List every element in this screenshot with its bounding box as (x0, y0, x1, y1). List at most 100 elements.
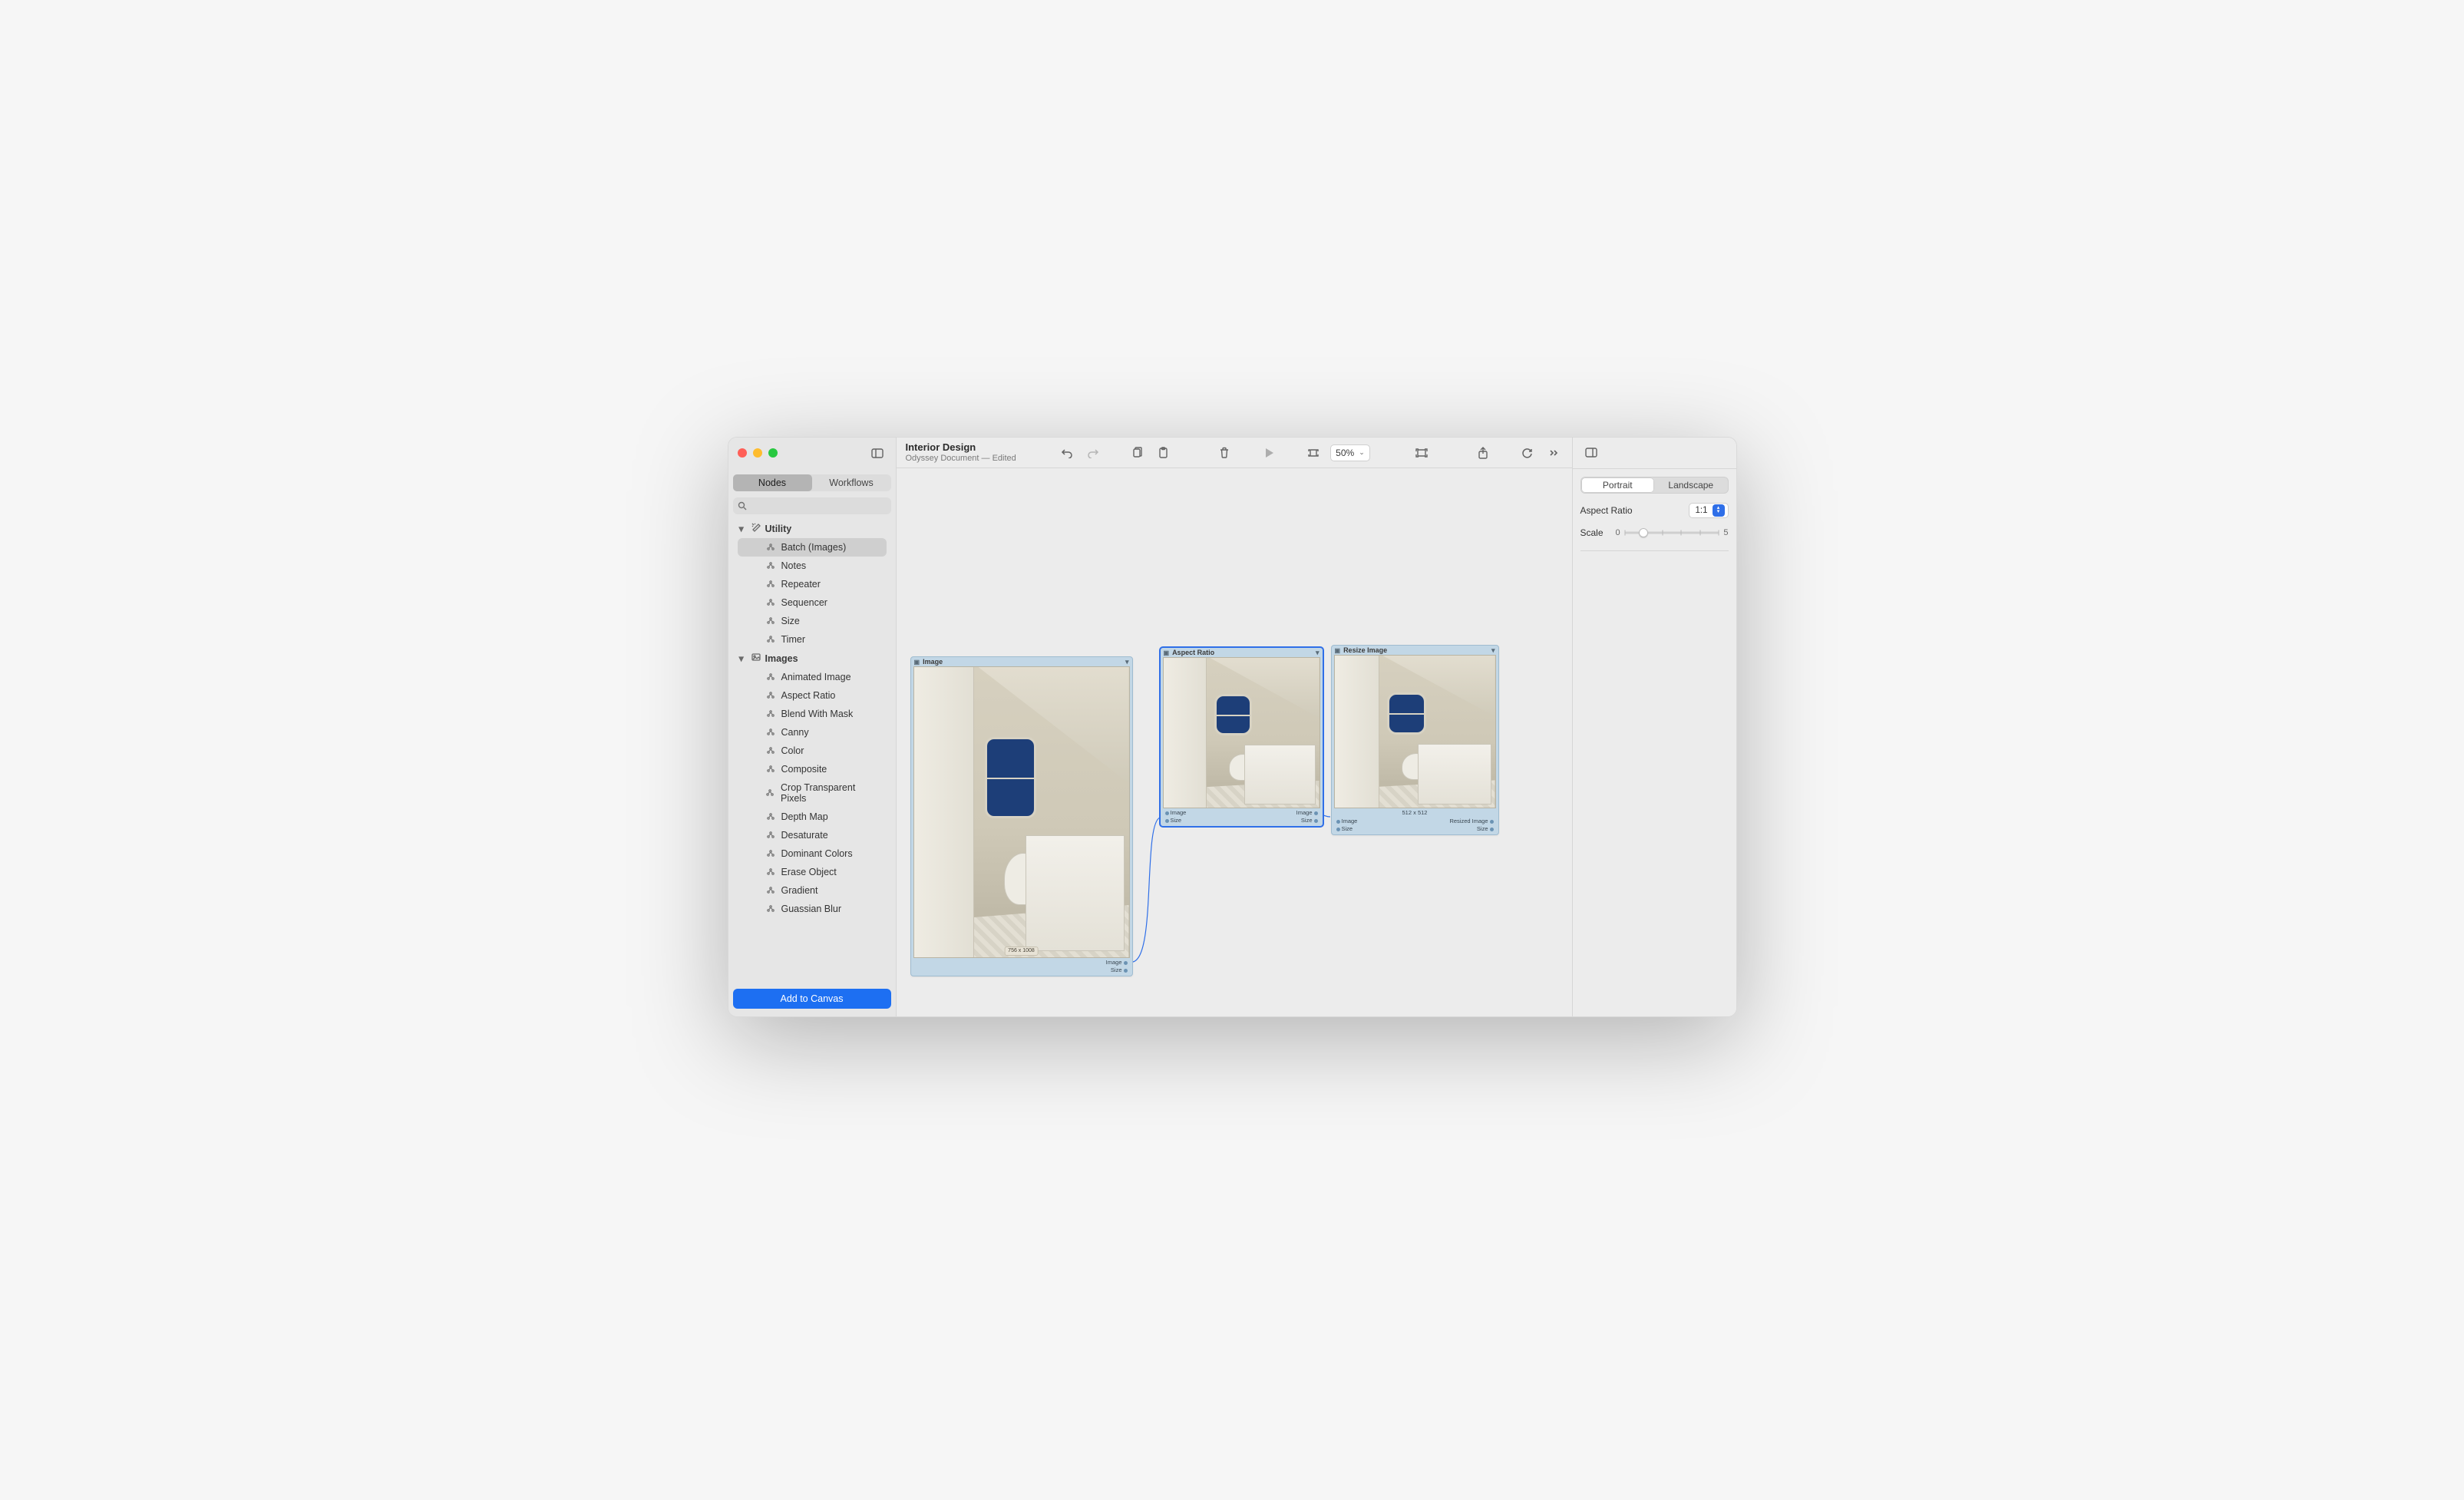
nodeitem-size[interactable]: Size (738, 612, 887, 630)
output-port[interactable]: Image (1106, 959, 1122, 966)
tab-nodes[interactable]: Nodes (733, 474, 812, 491)
node-icon (765, 728, 776, 737)
nodeitem-canny[interactable]: Canny (738, 723, 887, 742)
redo-button[interactable] (1084, 444, 1102, 462)
window-controls (738, 448, 778, 458)
segment-landscape[interactable]: Landscape (1654, 477, 1728, 493)
stepper-icon[interactable]: ▴▾ (1713, 504, 1725, 517)
node-menu-icon[interactable]: ▾ (1316, 649, 1320, 657)
utility-icon (751, 523, 761, 534)
sidebar-tab-switcher[interactable]: Nodes Workflows (733, 474, 891, 491)
output-port[interactable]: Size (1301, 817, 1313, 824)
group-images[interactable]: ▾ Images (728, 649, 896, 668)
toggle-sidebar-icon[interactable] (868, 444, 887, 462)
node-preview (1334, 655, 1496, 808)
aspect-ratio-value: 1:1 (1696, 506, 1708, 515)
segment-portrait[interactable]: Portrait (1581, 477, 1655, 493)
nodeitem-desaturate[interactable]: Desaturate (738, 826, 887, 844)
node-icon (765, 849, 776, 858)
node-icon (765, 904, 776, 914)
share-button[interactable] (1474, 444, 1492, 462)
node-menu-icon[interactable]: ▾ (1491, 646, 1495, 655)
node-title: Resize Image (1343, 646, 1387, 654)
nodeitem-composite[interactable]: Composite (738, 760, 887, 778)
more-button[interactable] (1544, 444, 1563, 462)
delete-button[interactable] (1215, 444, 1234, 462)
nodeitem-label: Gradient (781, 885, 818, 896)
canvas[interactable]: ▣ Image ▾ 756 x 1008 Image Size ▣ (897, 468, 1572, 1016)
aspect-ratio-dropdown[interactable]: 1:1 ▴▾ (1689, 503, 1729, 518)
play-button[interactable] (1260, 444, 1278, 462)
fit-canvas-button[interactable] (1412, 444, 1431, 462)
nodeitem-label: Erase Object (781, 867, 837, 877)
node-icon (765, 672, 776, 682)
zoom-window[interactable] (768, 448, 778, 458)
node-icon (765, 886, 776, 895)
refresh-button[interactable] (1518, 444, 1537, 462)
nodeitem-crop-transparent[interactable]: Crop Transparent Pixels (738, 778, 887, 808)
nodeitem-batch-images[interactable]: Batch (Images) (738, 538, 887, 557)
paste-button[interactable] (1154, 444, 1173, 462)
node-icon (765, 788, 776, 798)
close-window[interactable] (738, 448, 747, 458)
nodeitem-label: Dominant Colors (781, 848, 853, 859)
nodeitem-sequencer[interactable]: Sequencer (738, 593, 887, 612)
output-port[interactable]: Size (1111, 966, 1122, 973)
toggle-inspector-icon[interactable] (1582, 444, 1600, 462)
inspector: Portrait Landscape Aspect Ratio 1:1 ▴▾ S… (1572, 438, 1736, 1016)
node-icon (765, 831, 776, 840)
nodeitem-blend-with-mask[interactable]: Blend With Mask (738, 705, 887, 723)
scale-slider[interactable] (1625, 527, 1719, 538)
size-badge: 512 x 512 (1332, 808, 1498, 817)
nodeitem-repeater[interactable]: Repeater (738, 575, 887, 593)
nodeitem-animated-image[interactable]: Animated Image (738, 668, 887, 686)
nodeitem-label: Notes (781, 560, 807, 571)
tab-workflows[interactable]: Workflows (812, 474, 891, 491)
nodeitem-gradient[interactable]: Gradient (738, 881, 887, 900)
node-preview: 756 x 1008 (913, 666, 1130, 958)
nodeitem-depth-map[interactable]: Depth Map (738, 808, 887, 826)
orientation-segmented[interactable]: Portrait Landscape (1580, 477, 1729, 494)
node-preview (1163, 657, 1320, 808)
fit-node-button[interactable] (1304, 444, 1323, 462)
canvas-node-image[interactable]: ▣ Image ▾ 756 x 1008 Image Size (910, 656, 1133, 976)
undo-button[interactable] (1058, 444, 1076, 462)
scale-max: 5 (1723, 528, 1728, 537)
output-port[interactable]: Image (1296, 809, 1313, 816)
output-port[interactable]: Size (1477, 825, 1488, 832)
nodeitem-erase-object[interactable]: Erase Object (738, 863, 887, 881)
nodeitem-label: Color (781, 745, 804, 756)
nodeitem-color[interactable]: Color (738, 742, 887, 760)
input-port[interactable]: Image (1171, 809, 1187, 816)
nodeitem-timer[interactable]: Timer (738, 630, 887, 649)
nodeitem-dominant-colors[interactable]: Dominant Colors (738, 844, 887, 863)
nodeitem-aspect-ratio[interactable]: Aspect Ratio (738, 686, 887, 705)
input-port[interactable]: Size (1171, 817, 1182, 824)
node-icon (765, 709, 776, 719)
output-port[interactable]: Resized Image (1449, 818, 1488, 824)
nodeitem-label: Repeater (781, 579, 821, 590)
main: Interior Design Odyssey Document — Edite… (897, 438, 1572, 1016)
zoom-value: 50% (1336, 448, 1354, 458)
titlebar-right (1573, 438, 1736, 468)
copy-button[interactable] (1128, 444, 1147, 462)
search-input[interactable] (733, 497, 891, 514)
group-label: Images (765, 653, 798, 664)
image-icon: ▣ (1335, 647, 1341, 654)
nodeitem-label: Composite (781, 764, 827, 775)
image-icon: ▣ (914, 659, 920, 666)
nodeitem-label: Sequencer (781, 597, 827, 608)
group-utility[interactable]: ▾ Utility (728, 519, 896, 538)
node-icon (765, 543, 776, 552)
nodeitem-notes[interactable]: Notes (738, 557, 887, 575)
input-port[interactable]: Size (1342, 825, 1353, 832)
zoom-dropdown[interactable]: 50% ⌄ (1330, 444, 1370, 461)
input-port[interactable]: Image (1342, 818, 1358, 824)
add-to-canvas-button[interactable]: Add to Canvas (733, 989, 891, 1009)
nodeitem-gaussian-blur[interactable]: Guassian Blur (738, 900, 887, 918)
node-menu-icon[interactable]: ▾ (1125, 658, 1129, 666)
minimize-window[interactable] (753, 448, 762, 458)
canvas-node-resize-image[interactable]: ▣ Resize Image ▾ 512 x 512 Image Resized… (1331, 645, 1499, 835)
canvas-node-aspect-ratio[interactable]: ▣ Aspect Ratio ▾ Image Image Size Size (1160, 647, 1323, 827)
nodeitem-label: Batch (Images) (781, 542, 847, 553)
